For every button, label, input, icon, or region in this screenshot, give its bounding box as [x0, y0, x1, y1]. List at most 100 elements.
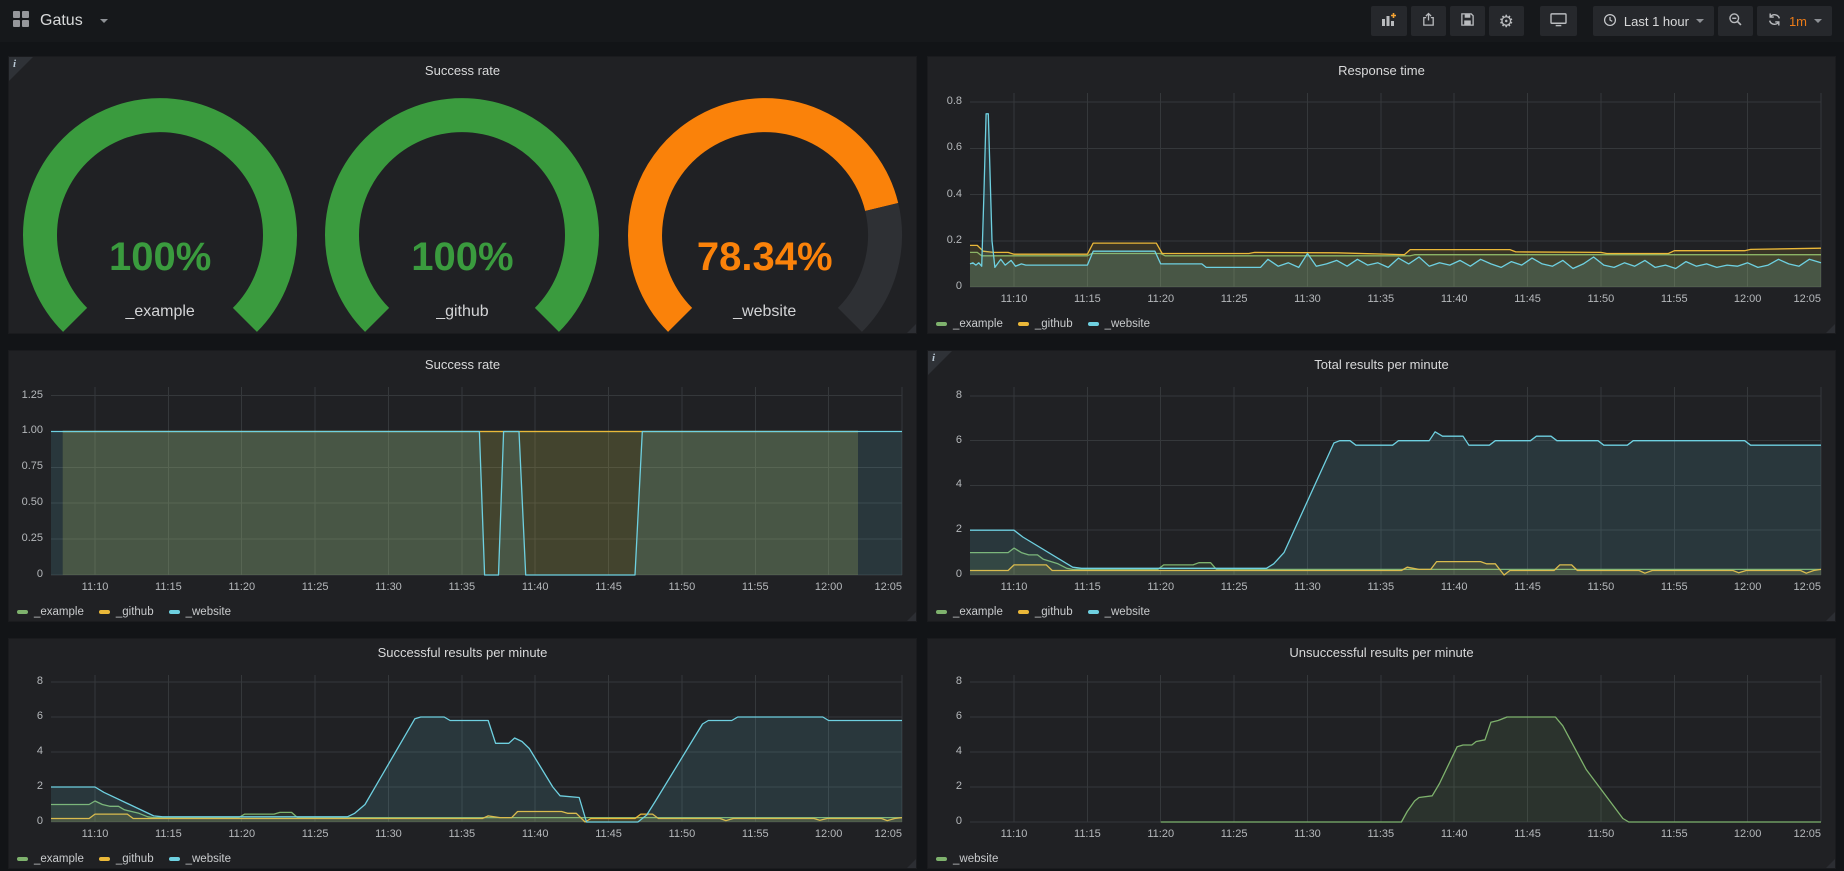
chart-legend: _example _github _website — [17, 606, 246, 618]
panel-title[interactable]: Success rate — [9, 351, 916, 379]
legend-item[interactable]: _github — [1018, 318, 1073, 330]
x-axis-tick-label: 11:55 — [1644, 581, 1704, 593]
x-axis-tick-label: 11:35 — [432, 581, 492, 593]
top-navbar: Gatus — [0, 0, 1844, 42]
refresh-interval-picker[interactable]: 1m — [1757, 6, 1832, 36]
legend-swatch — [1088, 610, 1099, 614]
panel-title[interactable]: Unsuccessful results per minute — [928, 639, 1835, 667]
cycle-view-mode-button[interactable] — [1540, 6, 1577, 36]
panel-resize-handle[interactable] — [907, 612, 916, 621]
share-dashboard-button[interactable] — [1411, 6, 1446, 36]
y-axis-tick-label: 0.4 — [928, 188, 962, 200]
save-dashboard-button[interactable] — [1450, 6, 1485, 36]
gauge-arc-value — [645, 115, 882, 320]
y-axis-tick-label: 0.6 — [928, 141, 962, 153]
panel-success-rate-gauges: i Success rate 100%_example100% _github78… — [8, 56, 917, 334]
x-axis-tick-label: 11:15 — [1057, 828, 1117, 840]
zoom-out-button[interactable] — [1718, 6, 1753, 36]
panel-title[interactable]: Successful results per minute — [9, 639, 916, 667]
legend-item[interactable]: _example — [17, 853, 84, 865]
x-axis-tick-label: 11:40 — [1424, 828, 1484, 840]
dashboard-settings-button[interactable]: ⚙ — [1489, 6, 1524, 36]
gauge-arc-value — [40, 115, 280, 320]
refresh-icon — [1767, 12, 1782, 30]
legend-label: _example — [953, 606, 1003, 618]
panel-resize-handle[interactable] — [1826, 859, 1835, 868]
panel-resize-handle[interactable] — [907, 859, 916, 868]
legend-label: _website — [186, 606, 231, 618]
legend-item[interactable]: _website — [169, 606, 231, 618]
gauge-label: _github — [311, 303, 613, 321]
legend-item[interactable]: _website — [1088, 606, 1150, 618]
panel-resize-handle[interactable] — [1826, 612, 1835, 621]
x-axis-tick-label: 11:30 — [1277, 828, 1337, 840]
y-axis-tick-label: 2 — [928, 523, 962, 535]
panel-info-corner[interactable]: i — [928, 351, 952, 375]
legend-swatch — [99, 857, 110, 861]
time-range-picker[interactable]: Last 1 hour — [1593, 6, 1714, 36]
legend-item[interactable]: _github — [99, 606, 154, 618]
panel-resize-handle[interactable] — [907, 324, 916, 333]
gauge-_website: 78.34%_website — [614, 85, 916, 333]
x-axis-tick-label: 11:20 — [1131, 293, 1191, 305]
x-axis-tick-label: 11:25 — [285, 828, 345, 840]
gauge-label: _example — [9, 303, 311, 321]
x-axis-tick-label: 11:50 — [652, 828, 712, 840]
panel-success-rate-timeseries: Success rate 00.250.500.751.001.2511:101… — [8, 350, 917, 622]
legend-label: _website — [953, 853, 998, 865]
x-axis-tick-label: 11:35 — [432, 828, 492, 840]
legend-item[interactable]: _github — [1018, 606, 1073, 618]
legend-swatch — [1088, 322, 1099, 326]
panel-info-corner[interactable]: i — [9, 57, 33, 81]
y-axis-tick-label: 0.25 — [9, 532, 43, 544]
legend-item[interactable]: _example — [936, 318, 1003, 330]
legend-swatch — [169, 857, 180, 861]
panel-title[interactable]: Success rate — [9, 57, 916, 85]
x-axis-tick-label: 11:15 — [1057, 581, 1117, 593]
x-axis-tick-label: 11:40 — [1424, 581, 1484, 593]
legend-item[interactable]: _website — [1088, 318, 1150, 330]
grafana-apps-icon — [12, 10, 30, 33]
x-axis-tick-label: 12:05 — [1765, 581, 1821, 593]
panel-title[interactable]: Total results per minute — [928, 351, 1835, 379]
success-rate-chart: 00.250.500.751.001.2511:1011:1511:2011:2… — [9, 379, 916, 621]
legend-swatch — [1018, 322, 1029, 326]
legend-item[interactable]: _example — [936, 606, 1003, 618]
add-panel-button[interactable] — [1371, 6, 1407, 36]
unsuccessful-results-chart: 0246811:1011:1511:2011:2511:3011:3511:40… — [928, 667, 1835, 868]
legend-item[interactable]: _website — [169, 853, 231, 865]
x-axis-tick-label: 11:10 — [984, 828, 1044, 840]
x-axis-tick-label: 11:55 — [1644, 828, 1704, 840]
legend-swatch — [17, 610, 28, 614]
x-axis-tick-label: 11:30 — [1277, 581, 1337, 593]
x-axis-tick-label: 11:30 — [1277, 293, 1337, 305]
panel-title[interactable]: Response time — [928, 57, 1835, 85]
x-axis-tick-label: 11:20 — [1131, 828, 1191, 840]
y-axis-tick-label: 6 — [9, 710, 43, 722]
dashboard-picker[interactable]: Gatus — [12, 10, 108, 33]
legend-item[interactable]: _github — [99, 853, 154, 865]
legend-label: _github — [116, 853, 154, 865]
y-axis-tick-label: 0.2 — [928, 234, 962, 246]
gauge-_example: 100%_example — [9, 85, 311, 333]
y-axis-tick-label: 8 — [928, 389, 962, 401]
x-axis-tick-label: 12:05 — [1765, 293, 1821, 305]
x-axis-tick-label: 11:35 — [1351, 581, 1411, 593]
gauge-group: 100%_example100% _github78.34%_website — [9, 85, 916, 333]
gauge-arc-value — [342, 115, 582, 320]
panel-resize-handle[interactable] — [1826, 324, 1835, 333]
_website-series-fill — [51, 717, 902, 822]
info-icon: i — [13, 58, 16, 70]
x-axis-tick-label: 11:15 — [1057, 293, 1117, 305]
x-axis-tick-label: 12:05 — [1765, 828, 1821, 840]
legend-item[interactable]: _website — [936, 853, 998, 865]
legend-label: _example — [34, 853, 84, 865]
y-axis-tick-label: 0.50 — [9, 496, 43, 508]
gauge-value: 100% — [311, 235, 613, 279]
refresh-interval-label: 1m — [1789, 14, 1807, 29]
legend-item[interactable]: _example — [17, 606, 84, 618]
x-axis-tick-label: 11:25 — [1204, 293, 1264, 305]
zoom-out-icon — [1728, 12, 1743, 30]
x-axis-tick-label: 11:30 — [358, 581, 418, 593]
x-axis-tick-label: 11:10 — [984, 581, 1044, 593]
